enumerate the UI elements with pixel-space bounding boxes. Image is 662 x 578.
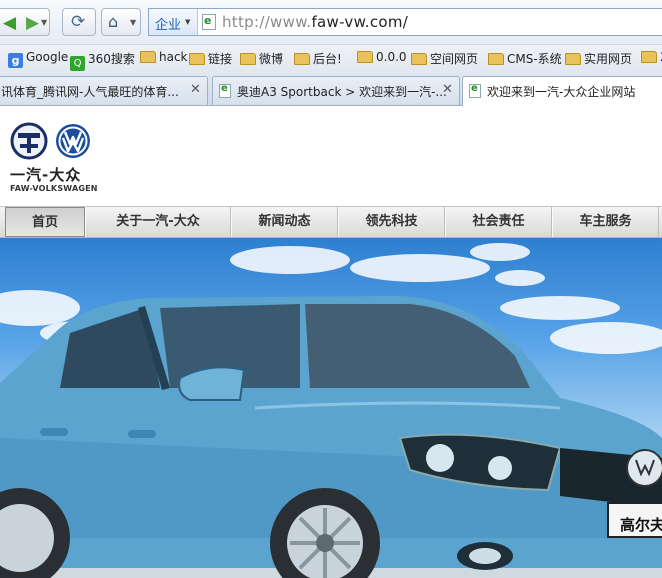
url-domain: faw-vw.com/ (311, 13, 409, 31)
nav-social-responsibility[interactable]: 社会责任 (445, 207, 552, 237)
search-engine-label: 企业 (155, 18, 182, 33)
search-engine-selector[interactable]: 企业 ▼ (149, 9, 198, 35)
folder-icon (565, 53, 581, 65)
browser-toolbar: ◀ ▶ ▼ ⟳ ⌂ ▼ 企业 ▼ e http://www.faw-vw.com… (0, 0, 662, 44)
google-icon: g (8, 53, 23, 68)
url-text[interactable]: http://www.faw-vw.com/ (222, 13, 408, 31)
folder-icon (294, 53, 310, 65)
nav-news[interactable]: 新闻动态 (231, 207, 338, 237)
tab-label: 讯体育_腾讯网-人气最旺的体育... (1, 85, 179, 99)
nav-home[interactable]: 首页 (5, 207, 85, 237)
bookmark-label: 链接 (208, 52, 233, 66)
hero-banner[interactable]: 高尔夫 (0, 238, 662, 578)
folder-icon (189, 53, 205, 65)
site-header: 一汽-大众 FAW-VOLKSWAGEN (0, 106, 662, 206)
tab-label: 奥迪A3 Sportback > 欢迎来到一汽-... (237, 85, 447, 99)
vw-emblem-icon (56, 124, 90, 158)
logo-english-name: FAW-VOLKSWAGEN (10, 184, 98, 193)
folder-icon (357, 51, 373, 63)
home-icon: ⌂ (108, 12, 119, 31)
bookmark-label: 实用网页 (584, 52, 633, 66)
logo-chinese-name: 一汽-大众 (10, 166, 82, 184)
bookmark-label: 360搜索 (88, 52, 135, 66)
hero-car-image (0, 243, 662, 578)
page-favicon-icon: e (202, 14, 216, 30)
bookmark-folder-weibo[interactable]: 微博 (240, 50, 283, 68)
bookmark-label: 后台! (313, 52, 342, 66)
close-icon[interactable]: ✕ (442, 82, 453, 97)
home-dropdown-icon[interactable]: ▼ (130, 18, 136, 27)
bookmark-folder-000[interactable]: 0.0.0 (357, 50, 407, 68)
page-favicon-icon: e (469, 83, 481, 98)
bookmark-folder-hack[interactable]: hack (140, 50, 188, 68)
history-dropdown-icon[interactable]: ▼ (41, 18, 47, 27)
folder-icon (411, 53, 427, 65)
tab-label: 欢迎来到一汽-大众企业网站 (487, 85, 636, 99)
bookmark-label: 空间网页 (430, 52, 479, 66)
home-button[interactable]: ⌂ ▼ (101, 8, 141, 36)
page-favicon-icon: e (219, 83, 231, 98)
back-arrow-icon[interactable]: ◀ (3, 13, 16, 33)
bookmark-label: 0.0.0 (376, 50, 407, 64)
bookmark-google[interactable]: g Google (8, 50, 68, 68)
bookmark-folder-cms[interactable]: CMS-系统 (488, 50, 562, 68)
bookmark-label: CMS-系统 (507, 52, 562, 66)
refresh-button[interactable]: ⟳ (62, 8, 96, 36)
bookmarks-bar: g Google Q 360搜索 hack 链接 微博 后台! 0.0.0 空间网页… (0, 44, 662, 74)
close-icon[interactable]: ✕ (190, 82, 201, 97)
site-nav: 首页 关于一汽-大众 新闻动态 领先科技 社会责任 车主服务 (0, 206, 662, 238)
tab-strip: 讯体育_腾讯网-人气最旺的体育... ✕ e 奥迪A3 Sportback > … (0, 73, 662, 106)
nav-technology[interactable]: 领先科技 (338, 207, 445, 237)
bookmark-folder-space-pages[interactable]: 空间网页 (411, 50, 478, 68)
bookmark-label: Google (26, 50, 69, 64)
address-bar[interactable]: 企业 ▼ e http://www.faw-vw.com/ (148, 8, 662, 36)
360-search-icon: Q (70, 56, 85, 71)
refresh-icon: ⟳ (71, 12, 86, 32)
folder-icon (140, 51, 156, 63)
folder-icon (641, 51, 657, 63)
nav-about[interactable]: 关于一汽-大众 (85, 207, 231, 237)
forward-arrow-icon[interactable]: ▶ (26, 13, 39, 33)
licence-plate-text: 高尔夫 (620, 516, 662, 534)
bookmark-label: hack (159, 50, 188, 64)
nav-owner-services[interactable]: 车主服务 (552, 207, 659, 237)
chevron-down-icon: ▼ (185, 18, 191, 26)
bookmark-folder-backend[interactable]: 后台! (294, 50, 342, 68)
folder-icon (488, 53, 504, 65)
bookmark-folder-links[interactable]: 链接 (189, 50, 232, 68)
faw-emblem-icon (10, 122, 48, 160)
bookmark-folder-2[interactable]: 2 (641, 50, 662, 68)
tab-tencent-sports[interactable]: 讯体育_腾讯网-人气最旺的体育... ✕ (0, 76, 208, 105)
bookmark-folder-useful-pages[interactable]: 实用网页 (565, 50, 632, 68)
bookmark-360-search[interactable]: Q 360搜索 (70, 50, 135, 71)
url-prefix: http://www. (222, 13, 312, 31)
folder-icon (240, 53, 256, 65)
tab-audi-a3[interactable]: e 奥迪A3 Sportback > 欢迎来到一汽-... ✕ (212, 76, 460, 105)
bookmark-label: 微博 (259, 52, 284, 66)
back-forward-buttons[interactable]: ◀ ▶ ▼ (0, 8, 50, 36)
tab-faw-vw[interactable]: e 欢迎来到一汽-大众企业网站 (462, 76, 662, 106)
